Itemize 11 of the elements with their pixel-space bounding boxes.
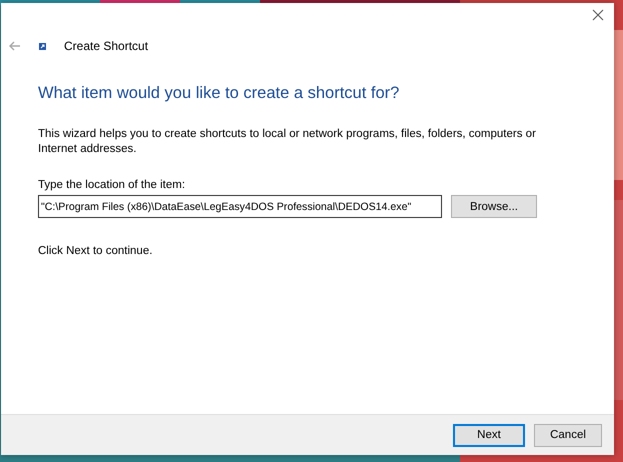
browse-button[interactable]: Browse... (451, 195, 537, 218)
next-button[interactable]: Next (453, 424, 525, 446)
location-field[interactable]: "C:\Program Files (x86)\DataEase\LegEasy4DOS Professional\DEDOS14.exe" (38, 195, 442, 218)
hint-text: Click Next to continue. (38, 245, 154, 257)
close-icon[interactable] (592, 9, 604, 21)
description-text: This wizard helps you to create shortcuts to local or network programs, files, folders, computers or Internet addresses. (38, 127, 537, 157)
location-label: Type the location of the item: (38, 179, 186, 191)
cancel-button[interactable]: Cancel (534, 424, 602, 446)
wizard-heading: What item would you like to create a shortcut for? (38, 84, 400, 103)
window-title: Create Shortcut (64, 39, 148, 53)
shortcut-icon (39, 42, 46, 50)
